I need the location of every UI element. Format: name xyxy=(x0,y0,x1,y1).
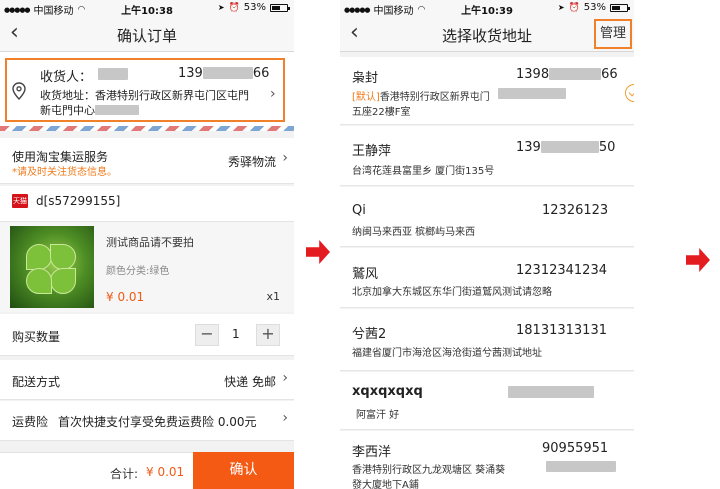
address-name: 鷲风 xyxy=(352,267,379,282)
address-line-2: 新屯門中心 xyxy=(40,102,139,118)
alarm-icon: ⏰ xyxy=(568,2,580,13)
page-title: 选择收货地址 xyxy=(441,27,532,45)
address-phone: 1398 66 xyxy=(516,67,618,82)
status-bar: ●●●●● 中国移动 ◠ 上午10:39 ➤ ⏰ 53% xyxy=(340,0,634,17)
address-text: 纳闽马来西亚 槟榔屿马来西 xyxy=(352,227,476,238)
total-value: ¥ 0.01 xyxy=(146,465,185,479)
phone-redacted xyxy=(508,386,594,398)
address-phone: 90955951 xyxy=(542,441,609,456)
battery-percent: 53% xyxy=(243,2,266,13)
nav-bar: ‹ 选择收货地址 管理 xyxy=(340,16,634,52)
address-phone: 139 50 xyxy=(516,140,616,155)
battery-percent: 53% xyxy=(583,2,606,13)
shipping-note: *请及时关注货态信息。 xyxy=(12,167,117,178)
product-quantity: x1 xyxy=(266,290,280,303)
quantity-minus-button[interactable]: − xyxy=(195,324,219,346)
location-pin-icon xyxy=(12,82,26,100)
delivery-value: 快递 免邮 xyxy=(224,375,276,389)
address-name: 王静萍 xyxy=(352,144,392,159)
status-bar: ●●●●● 中国移动 ◠ 上午10:38 ➤ ⏰ 53% xyxy=(0,0,294,17)
address-item[interactable]: 枭封 1398 66 [默认]香港特别行政区新界屯门 五座22樓F室 xyxy=(340,57,634,125)
address-item[interactable]: Qi 12326123 纳闽马来西亚 槟榔屿马来西 xyxy=(340,187,634,247)
flow-arrow-icon xyxy=(686,248,710,272)
flow-arrow-icon xyxy=(306,240,330,264)
address-name: 兮茜2 xyxy=(352,327,387,342)
location-arrow-icon: ➤ xyxy=(557,3,565,12)
address-item[interactable]: 王静萍 139 50 台湾花莲县富里乡 厦门街135号 xyxy=(340,126,634,186)
address-text-2: 五座22樓F室 xyxy=(352,107,411,118)
address-item[interactable]: 兮茜2 18131313131 福建省厦门市海沧区海沧街道兮茜测试地址 xyxy=(340,309,634,371)
shop-name: d[s57299155] xyxy=(36,194,121,208)
address-redacted xyxy=(498,88,566,99)
quantity-plus-button[interactable]: + xyxy=(256,324,280,346)
address-text: 台湾花莲县富里乡 厦门街135号 xyxy=(352,166,495,177)
chevron-right-icon: › xyxy=(282,410,288,426)
tmall-badge: 天猫 xyxy=(12,194,28,208)
address-chevron-icon: › xyxy=(270,86,276,102)
order-confirmation-screen: ●●●●● 中国移动 ◠ 上午10:38 ➤ ⏰ 53% ‹ 确认订单 收货人：… xyxy=(0,0,294,489)
address-name: xqxqxqxq xyxy=(352,384,423,399)
address-text: 香港特别行政区九龙观塘区 葵涌葵 xyxy=(352,465,506,476)
airmail-stripe xyxy=(0,126,294,131)
battery-icon xyxy=(610,3,630,12)
page-title: 确认订单 xyxy=(116,27,177,45)
address-item[interactable]: xqxqxqxq 阿富汗 好 xyxy=(340,372,634,430)
address-name: Qi xyxy=(352,203,366,218)
address-name: 李西洋 xyxy=(352,445,392,460)
chevron-right-icon: › xyxy=(282,370,288,386)
address-phone: 12312341234 xyxy=(516,263,607,278)
recipient-name-redacted xyxy=(98,68,128,80)
manage-button[interactable]: 管理 xyxy=(594,19,632,49)
shipping-service-value: 秀驿物流 xyxy=(227,155,276,169)
recipient-phone: 139 66 xyxy=(178,66,270,81)
product-price: ¥ 0.01 xyxy=(106,290,145,304)
address-phone: 18131313131 xyxy=(516,323,607,338)
address-name: 枭封 xyxy=(352,71,379,86)
insurance-label: 运费险 xyxy=(12,415,49,429)
battery-icon xyxy=(270,3,290,12)
address-text: [默认]香港特别行政区新界屯门 xyxy=(352,92,490,103)
address-text-2: 發大廈地下A鋪 xyxy=(352,480,419,489)
address-redacted xyxy=(546,461,616,472)
delivery-row[interactable]: 配送方式 快递 免邮 › xyxy=(0,360,294,400)
total-label: 合计: xyxy=(110,467,139,481)
insurance-value: 首次快捷支付享受免费运费险 0.00元 xyxy=(58,415,257,429)
quantity-row: 购买数量 xyxy=(0,314,294,356)
insurance-row[interactable]: 运费险 首次快捷支付享受免费运费险 0.00元 › xyxy=(0,401,294,441)
address-text: 福建省厦门市海沧区海沧街道兮茜测试地址 xyxy=(352,348,542,359)
nav-bar: ‹ 确认订单 xyxy=(0,16,294,52)
chevron-right-icon: › xyxy=(282,150,288,166)
recipient-label: 收货人： xyxy=(40,70,93,85)
address-text: 阿富汗 好 xyxy=(356,410,400,421)
address-item[interactable]: 鷲风 12312341234 北京加拿大东城区东华门街道鷲风测试请忽略 xyxy=(340,248,634,308)
address-phone: 12326123 xyxy=(542,203,609,218)
delivery-label: 配送方式 xyxy=(12,375,61,389)
quantity-value: 1 xyxy=(232,327,240,341)
shipping-service-row[interactable]: 使用淘宝集运服务 秀驿物流 › *请及时关注货态信息。 xyxy=(0,138,294,184)
product-thumbnail xyxy=(10,226,94,308)
alarm-icon: ⏰ xyxy=(228,2,240,13)
location-arrow-icon: ➤ xyxy=(217,3,225,12)
address-line: 收货地址：香港特别行政区新界屯门区屯門 xyxy=(40,89,249,102)
product-spec: 颜色分类:绿色 xyxy=(106,266,170,277)
address-item[interactable]: 李西洋 90955951 香港特别行政区九龙观塘区 葵涌葵 發大廈地下A鋪 xyxy=(340,431,634,489)
product-title: 测试商品请不要拍 xyxy=(106,236,194,249)
address-text: 北京加拿大东城区东华门街道鷲风测试请忽略 xyxy=(352,287,552,298)
select-address-screen: ●●●●● 中国移动 ◠ 上午10:39 ➤ ⏰ 53% ‹ 选择收货地址 管理… xyxy=(340,0,634,489)
confirm-button[interactable]: 确认 xyxy=(193,452,294,489)
quantity-label: 购买数量 xyxy=(12,330,61,344)
default-tag: [默认] xyxy=(352,92,380,103)
